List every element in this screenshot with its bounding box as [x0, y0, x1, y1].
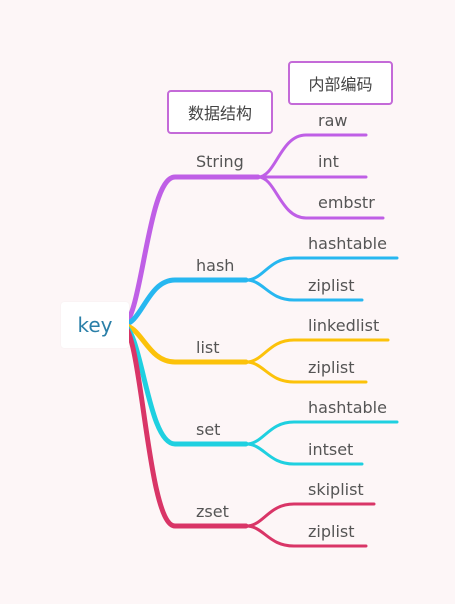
branch-label-zset[interactable]: zset — [196, 502, 229, 522]
header-data-structure: 数据结构 — [167, 90, 273, 134]
branch-label-list[interactable]: list — [196, 338, 220, 358]
leaf-label-ziplist[interactable]: ziplist — [308, 276, 355, 296]
leaf-label-int[interactable]: int — [318, 152, 339, 172]
header-internal-encoding: 内部编码 — [288, 61, 393, 105]
branch-label-hash[interactable]: hash — [196, 256, 234, 276]
leaf-label-raw[interactable]: raw — [318, 111, 347, 131]
leaf-label-linkedlist[interactable]: linkedlist — [308, 316, 379, 336]
leaf-label-intset[interactable]: intset — [308, 440, 353, 460]
leaf-connector-raw — [256, 133, 368, 179]
leaf-label-embstr[interactable]: embstr — [318, 193, 375, 213]
root-node-label: key — [77, 313, 113, 337]
leaf-label-hashtable[interactable]: hashtable — [308, 398, 387, 418]
branch-label-set[interactable]: set — [196, 420, 220, 440]
leaf-label-ziplist[interactable]: ziplist — [308, 358, 355, 378]
leaf-label-skiplist[interactable]: skiplist — [308, 480, 364, 500]
leaf-label-ziplist[interactable]: ziplist — [308, 522, 355, 542]
header-internal-encoding-label: 内部编码 — [308, 75, 373, 94]
root-node-key[interactable]: key — [61, 302, 129, 348]
branch-label-string[interactable]: String — [196, 152, 244, 172]
header-data-structure-label: 数据结构 — [187, 104, 252, 123]
leaf-label-hashtable[interactable]: hashtable — [308, 234, 387, 254]
